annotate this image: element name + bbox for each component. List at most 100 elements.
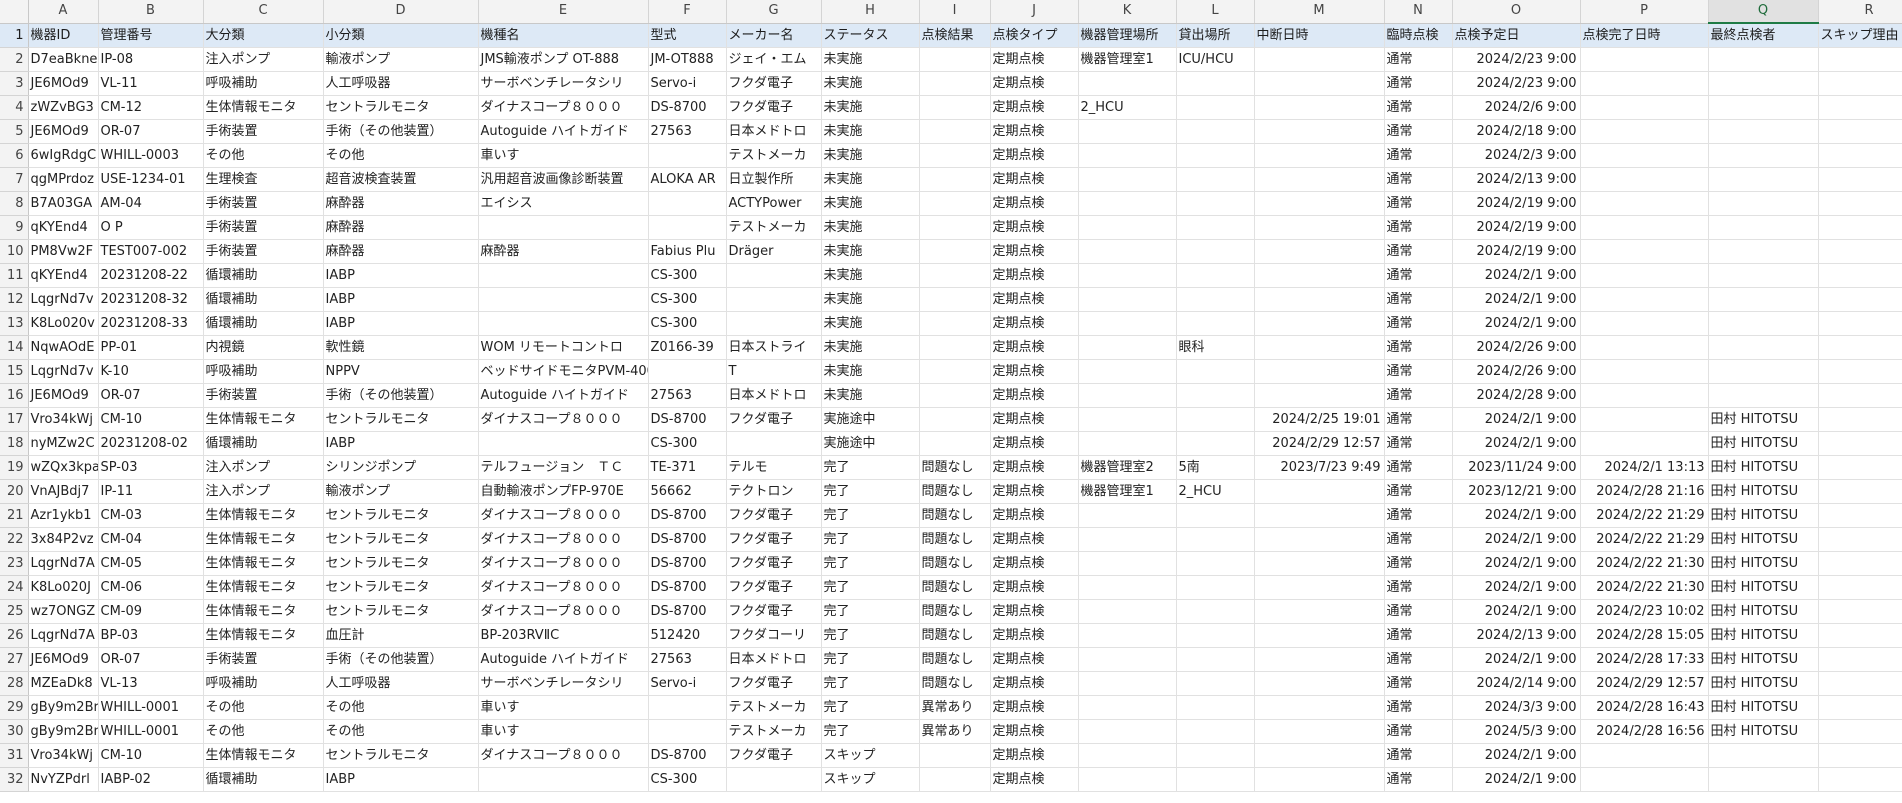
row-number[interactable]: 22 xyxy=(0,527,29,552)
cell[interactable]: 手術装置 xyxy=(203,119,324,144)
cell[interactable] xyxy=(1176,407,1255,432)
cell[interactable] xyxy=(1176,743,1255,768)
cell[interactable] xyxy=(1818,527,1902,552)
cell[interactable] xyxy=(1078,407,1177,432)
cell[interactable]: Servo-i xyxy=(648,671,727,696)
cell[interactable]: IP-08 xyxy=(98,47,204,72)
cell[interactable] xyxy=(648,695,727,720)
cell[interactable]: ベッドサイドモニタPVM-4000シリ xyxy=(478,359,649,384)
row-number[interactable]: 30 xyxy=(0,719,29,744)
cell[interactable]: 完了 xyxy=(821,575,920,600)
cell[interactable]: 手術（その他装置） xyxy=(323,647,479,672)
cell[interactable] xyxy=(1176,599,1255,624)
row-number[interactable]: 17 xyxy=(0,407,29,432)
cell[interactable]: 定期点検 xyxy=(990,239,1079,264)
cell[interactable]: ダイナスコープ８０００ xyxy=(478,599,649,624)
column-header-g[interactable]: G xyxy=(726,0,822,24)
cell[interactable] xyxy=(1078,167,1177,192)
cell[interactable]: 2024/2/13 9:00 xyxy=(1452,623,1581,648)
cell[interactable]: IABP xyxy=(323,287,479,312)
cell[interactable]: BP-203RVⅡC xyxy=(478,623,649,648)
cell[interactable]: B7A03GA xyxy=(28,191,99,216)
cell[interactable]: エイシス xyxy=(478,191,649,216)
cell[interactable]: ジェイ・エム xyxy=(726,47,822,72)
cell[interactable]: 生体情報モニタ xyxy=(203,599,324,624)
cell[interactable] xyxy=(1580,767,1709,792)
cell[interactable]: 2024/2/13 9:00 xyxy=(1452,167,1581,192)
cell[interactable]: 定期点検 xyxy=(990,767,1079,792)
cell[interactable] xyxy=(1580,407,1709,432)
cell[interactable] xyxy=(1176,143,1255,168)
cell[interactable] xyxy=(478,431,649,456)
cell[interactable]: 完了 xyxy=(821,599,920,624)
cell[interactable] xyxy=(1176,287,1255,312)
cell[interactable] xyxy=(1708,767,1819,792)
cell[interactable]: 未実施 xyxy=(821,47,920,72)
cell[interactable]: 問題なし xyxy=(919,551,991,576)
cell[interactable]: CM-09 xyxy=(98,599,204,624)
cell[interactable] xyxy=(1254,95,1385,120)
cell[interactable]: 車いす xyxy=(478,719,649,744)
cell[interactable]: 2024/2/14 9:00 xyxy=(1452,671,1581,696)
cell[interactable]: 2024/2/1 9:00 xyxy=(1452,503,1581,528)
cell[interactable]: DS-8700 xyxy=(648,527,727,552)
cell[interactable]: 通常 xyxy=(1384,743,1453,768)
cell[interactable] xyxy=(1818,383,1902,408)
cell[interactable]: 完了 xyxy=(821,527,920,552)
row-number[interactable]: 15 xyxy=(0,359,29,384)
cell[interactable]: 人工呼吸器 xyxy=(323,671,479,696)
cell[interactable]: 未実施 xyxy=(821,191,920,216)
cell[interactable]: 27563 xyxy=(648,383,727,408)
cell[interactable]: 麻酔器 xyxy=(323,215,479,240)
cell[interactable] xyxy=(726,767,822,792)
cell[interactable]: 2024/2/19 9:00 xyxy=(1452,191,1581,216)
cell[interactable] xyxy=(1818,719,1902,744)
cell[interactable]: 未実施 xyxy=(821,71,920,96)
cell[interactable] xyxy=(1818,239,1902,264)
cell[interactable] xyxy=(1580,287,1709,312)
cell[interactable]: ダイナスコープ８０００ xyxy=(478,551,649,576)
cell[interactable]: VnAJBdj7 xyxy=(28,479,99,504)
cell[interactable]: 眼科 xyxy=(1176,335,1255,360)
cell[interactable]: 生体情報モニタ xyxy=(203,503,324,528)
row-number[interactable]: 6 xyxy=(0,143,29,168)
cell[interactable]: 定期点検 xyxy=(990,599,1079,624)
cell[interactable] xyxy=(1818,695,1902,720)
cell[interactable]: CM-06 xyxy=(98,575,204,600)
cell[interactable]: LqgrNd7v xyxy=(28,287,99,312)
cell[interactable]: その他 xyxy=(323,719,479,744)
cell[interactable]: IP-11 xyxy=(98,479,204,504)
cell[interactable] xyxy=(1580,383,1709,408)
cell[interactable]: 異常あり xyxy=(919,719,991,744)
cell[interactable] xyxy=(1254,671,1385,696)
cell[interactable]: 生体情報モニタ xyxy=(203,575,324,600)
cell[interactable]: 定期点検 xyxy=(990,119,1079,144)
cell[interactable]: フクダ電子 xyxy=(726,599,822,624)
cell[interactable] xyxy=(1176,191,1255,216)
row-number[interactable]: 20 xyxy=(0,479,29,504)
cell[interactable]: 呼吸補助 xyxy=(203,671,324,696)
cell[interactable]: 通常 xyxy=(1384,671,1453,696)
cell[interactable]: 機器管理場所 xyxy=(1078,23,1177,48)
cell[interactable]: フクダ電子 xyxy=(726,503,822,528)
cell[interactable] xyxy=(1078,239,1177,264)
cell[interactable]: 手術（その他装置） xyxy=(323,119,479,144)
cell[interactable] xyxy=(919,359,991,384)
cell[interactable]: 車いす xyxy=(478,695,649,720)
cell[interactable]: セントラルモニタ xyxy=(323,503,479,528)
cell[interactable]: D7eaBkne xyxy=(28,47,99,72)
cell[interactable]: 2024/2/29 12:57 xyxy=(1254,431,1385,456)
cell[interactable]: 2024/2/28 21:16 xyxy=(1580,479,1709,504)
cell[interactable]: サーボベンチレータシリ xyxy=(478,71,649,96)
cell[interactable] xyxy=(1708,239,1819,264)
cell[interactable] xyxy=(1078,335,1177,360)
cell[interactable]: 27563 xyxy=(648,119,727,144)
cell[interactable]: 定期点検 xyxy=(990,47,1079,72)
cell[interactable]: スキップ xyxy=(821,743,920,768)
cell[interactable]: フクダコーリ xyxy=(726,623,822,648)
cell[interactable]: 通常 xyxy=(1384,695,1453,720)
cell[interactable]: 2024/2/18 9:00 xyxy=(1452,119,1581,144)
cell[interactable]: NvYZPdrl xyxy=(28,767,99,792)
column-header-m[interactable]: M xyxy=(1254,0,1385,24)
cell[interactable]: VL-11 xyxy=(98,71,204,96)
